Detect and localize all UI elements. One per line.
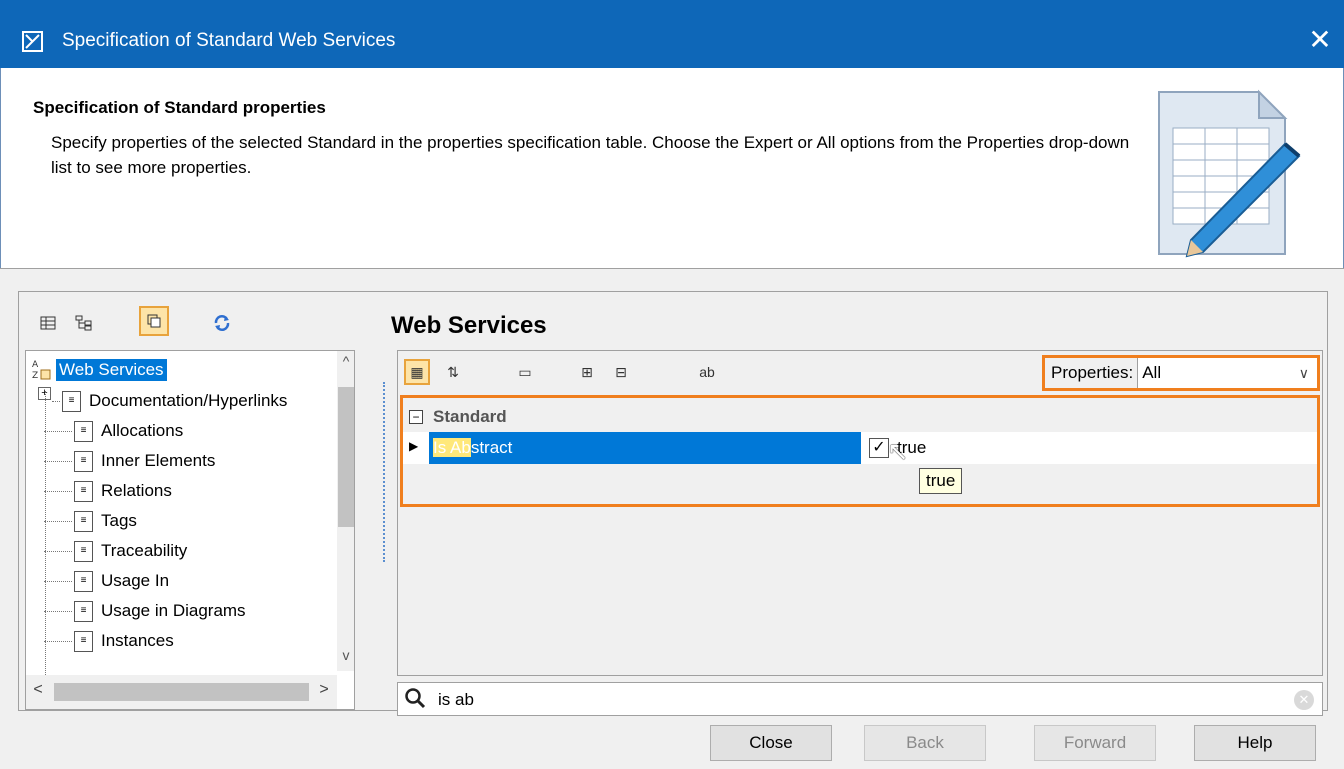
chevron-down-icon: ∨: [1298, 365, 1309, 381]
properties-panel: ▦ ⇅ ▭ ⊞ ⊟ ab Properties: All ∨ − Standar…: [397, 350, 1323, 676]
description-icon[interactable]: ▭: [512, 359, 538, 385]
search-match-highlight: Is Ab: [433, 438, 471, 457]
back-button[interactable]: Back: [864, 725, 986, 761]
tree-item-label: Allocations: [101, 421, 184, 440]
section-title: Web Services: [391, 312, 547, 339]
row-expand-icon[interactable]: ▶: [409, 439, 418, 453]
page-icon: ≡: [74, 450, 93, 472]
page-icon: ≡: [74, 480, 93, 502]
svg-text:A: A: [32, 360, 39, 370]
collapse-all-icon[interactable]: ⊟: [608, 359, 634, 385]
tree-item-relations[interactable]: ≡ Relations: [44, 477, 172, 505]
copy-icon[interactable]: [139, 306, 169, 336]
close-button[interactable]: Close: [710, 725, 832, 761]
help-button[interactable]: Help: [1194, 725, 1316, 761]
sort-alpha-icon[interactable]: ⇅: [440, 359, 466, 385]
panel-splitter[interactable]: [383, 382, 386, 562]
app-icon: [22, 31, 43, 52]
scroll-left-icon[interactable]: <: [28, 681, 48, 699]
page-icon: ≡: [62, 390, 81, 412]
expand-all-icon[interactable]: ⊞: [574, 359, 600, 385]
header-description: Specify properties of the selected Stand…: [51, 133, 1130, 177]
document-pencil-icon: [1155, 84, 1335, 264]
search-field[interactable]: is ab ✕: [397, 682, 1323, 716]
spelling-icon[interactable]: ab: [694, 359, 720, 385]
scroll-down-icon[interactable]: v: [337, 647, 354, 667]
close-icon[interactable]: ✕: [1300, 22, 1340, 62]
page-icon: ≡: [74, 570, 93, 592]
value-checkbox[interactable]: ✓: [869, 438, 889, 458]
tree-item-label: Usage In: [101, 571, 170, 590]
model-tree[interactable]: AZ Web Services + ≡ Documentation/Hyperl…: [25, 350, 355, 710]
page-icon: ≡: [74, 630, 93, 652]
page-icon: ≡: [74, 510, 93, 532]
tree-item-label: Traceability: [101, 541, 188, 560]
group-label: Standard: [433, 407, 507, 426]
properties-filter-label: Properties:: [1045, 358, 1138, 388]
scroll-up-icon[interactable]: ^: [337, 353, 354, 373]
properties-filter[interactable]: Properties: All ∨: [1042, 355, 1320, 391]
page-icon: ≡: [74, 420, 93, 442]
tree-root-label[interactable]: Web Services: [56, 359, 167, 381]
tree-item-tags[interactable]: ≡ Tags: [44, 507, 137, 535]
scroll-thumb[interactable]: [54, 683, 309, 701]
tree-root[interactable]: AZ Web Services: [32, 357, 167, 383]
tree-item-label: Inner Elements: [101, 451, 216, 470]
scroll-right-icon[interactable]: >: [314, 681, 334, 699]
collapse-icon[interactable]: −: [409, 410, 423, 424]
tree-item-documentation[interactable]: ≡ Documentation/Hyperlinks: [52, 387, 287, 415]
page-icon: ≡: [74, 540, 93, 562]
dialog-header: Specification of Standard properties Spe…: [0, 68, 1344, 268]
clear-icon[interactable]: ✕: [1294, 690, 1314, 710]
tree-horizontal-scrollbar[interactable]: < >: [26, 675, 337, 709]
properties-dropdown[interactable]: All ∨: [1137, 358, 1317, 388]
tree-item-traceability[interactable]: ≡ Traceability: [44, 537, 187, 565]
search-input[interactable]: is ab: [438, 690, 474, 710]
table-icon[interactable]: [33, 308, 63, 338]
tree-item-instances[interactable]: ≡ Instances: [44, 627, 174, 655]
property-name[interactable]: Is Abstract: [429, 432, 861, 464]
window-title: Specification of Standard Web Services: [62, 30, 396, 51]
group-row[interactable]: − Standard: [409, 404, 507, 430]
specification-panel: AZ Web Services + ≡ Documentation/Hyperl…: [18, 291, 1328, 716]
tree-item-usage-in[interactable]: ≡ Usage In: [44, 567, 169, 595]
tree-item-usage-in-diagrams[interactable]: ≡ Usage in Diagrams: [44, 597, 246, 625]
tree-icon[interactable]: [69, 308, 99, 338]
tree-item-label: Usage in Diagrams: [101, 601, 246, 620]
forward-button[interactable]: Forward: [1034, 725, 1156, 761]
tree-item-label: Tags: [101, 511, 137, 530]
properties-table: − Standard ▶ Is Abstract ✓ true ↖ true: [400, 395, 1320, 507]
property-name-rest: stract: [470, 438, 513, 457]
svg-text:Z: Z: [32, 371, 38, 381]
mouse-cursor-icon: ↖: [887, 436, 909, 466]
categorized-icon[interactable]: ▦: [404, 359, 430, 385]
scroll-thumb[interactable]: [338, 387, 354, 527]
title-bar: Specification of Standard Web Services ✕: [0, 0, 1344, 68]
tree-vertical-scrollbar[interactable]: ^ v: [337, 351, 354, 671]
header-title: Specification of Standard properties: [33, 98, 326, 117]
sort-icon: AZ: [32, 358, 52, 382]
tree-item-label: Documentation/Hyperlinks: [89, 391, 288, 410]
dialog-body: AZ Web Services + ≡ Documentation/Hyperl…: [0, 268, 1344, 769]
property-row[interactable]: ▶ Is Abstract ✓ true ↖: [403, 432, 1317, 466]
tree-item-label: Relations: [101, 481, 172, 500]
refresh-icon[interactable]: [207, 308, 237, 338]
page-icon: ≡: [74, 600, 93, 622]
tree-item-allocations[interactable]: ≡ Allocations: [44, 417, 183, 445]
tree-item-inner-elements[interactable]: ≡ Inner Elements: [44, 447, 215, 475]
tree-item-label: Instances: [101, 631, 174, 650]
search-icon: [404, 687, 426, 709]
properties-dropdown-value: All: [1142, 363, 1162, 382]
value-tooltip: true: [919, 468, 963, 494]
